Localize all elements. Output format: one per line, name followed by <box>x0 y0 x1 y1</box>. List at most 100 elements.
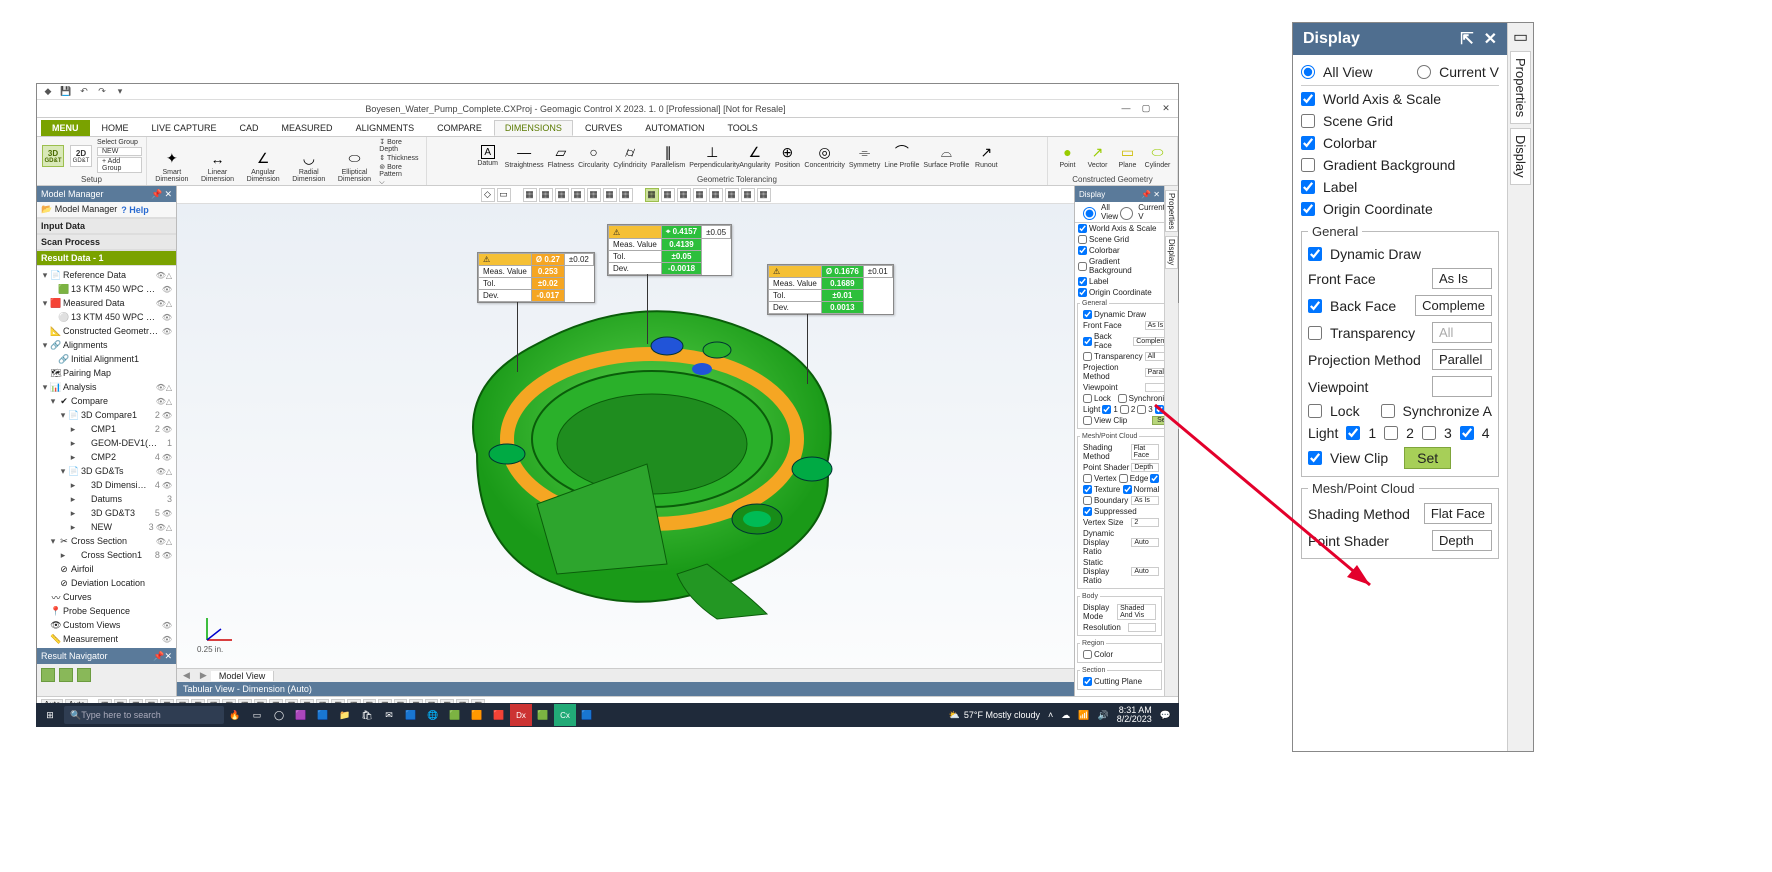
gradient-bg-checkbox[interactable] <box>1078 262 1087 271</box>
tree-node[interactable]: ▾📊Analysis👁△ <box>37 380 176 394</box>
suppressed-checkbox[interactable] <box>1083 507 1092 516</box>
zoom-origin-checkbox[interactable] <box>1301 202 1315 216</box>
transparency-checkbox[interactable] <box>1083 352 1092 361</box>
light1-checkbox[interactable] <box>1102 405 1111 414</box>
view-mode-button[interactable]: ◇ <box>481 188 495 202</box>
ribbon-tab-livecapture[interactable]: LIVE CAPTURE <box>141 120 228 136</box>
maximize-button[interactable]: ▢ <box>1138 103 1154 114</box>
zoom-back-face-checkbox[interactable] <box>1308 299 1322 313</box>
result-navigator[interactable] <box>37 664 176 692</box>
tab-nav-left[interactable]: ◀ <box>177 670 196 681</box>
position-button[interactable]: ⊕Position <box>774 143 800 169</box>
tab-nav-right[interactable]: ▶ <box>196 670 211 681</box>
thickness-button[interactable]: ⇕ Thickness <box>379 154 422 162</box>
zoom-transparency-select[interactable]: All <box>1432 322 1492 343</box>
ddr-select[interactable]: Auto <box>1131 538 1159 547</box>
taskbar-app-icon[interactable]: 🟦 <box>400 704 422 726</box>
tray-notifications-icon[interactable]: 💬 <box>1160 710 1171 721</box>
view-left-button[interactable]: ▦ <box>555 188 569 202</box>
taskbar-clock[interactable]: 8:31 AM8/2/2023 <box>1117 706 1152 724</box>
tree-node[interactable]: ⊘Airfoil <box>37 562 176 576</box>
cylindricity-button[interactable]: ⌭Cylindricity <box>613 143 647 169</box>
dynamic-draw-checkbox[interactable] <box>1083 310 1092 319</box>
tree-node[interactable]: ▸NEW3👁△ <box>37 520 176 534</box>
concentricity-button[interactable]: ◎Concentricity <box>804 143 844 169</box>
plane-button[interactable]: ▭Plane <box>1115 143 1141 169</box>
zoom-light4-checkbox[interactable] <box>1460 426 1474 440</box>
tree-node[interactable]: ▸CMP12👁 <box>37 422 176 436</box>
cylinder-button[interactable]: ⬭Cylinder <box>1145 143 1171 169</box>
tray-chevron-icon[interactable]: ˄ <box>1048 710 1053 720</box>
point-button[interactable]: ●Point <box>1055 143 1081 169</box>
mm-tab-help[interactable]: ? Help <box>121 205 149 215</box>
zoom-colorbar-checkbox[interactable] <box>1301 136 1315 150</box>
input-data-section[interactable]: Input Data <box>37 218 176 234</box>
gdandt-2d-button[interactable]: 2DGD&T <box>70 145 92 167</box>
zoom-scene-grid-checkbox[interactable] <box>1301 114 1315 128</box>
colorbar-checkbox[interactable] <box>1078 246 1087 255</box>
circularity-button[interactable]: ○Circularity <box>578 143 609 169</box>
taskbar-app-icon[interactable]: 🟦 <box>312 704 334 726</box>
light3-checkbox[interactable] <box>1137 405 1146 414</box>
surface-profile-button[interactable]: ⌓Surface Profile <box>923 143 969 169</box>
zoom-close-icon[interactable]: ✕ <box>1484 29 1497 49</box>
ribbon-tab-cad[interactable]: CAD <box>229 120 270 136</box>
tree-node[interactable]: 🗺Pairing Map <box>37 366 176 380</box>
view-iso-button[interactable]: ▦ <box>619 188 633 202</box>
qat-redo-icon[interactable]: ↷ <box>95 85 109 99</box>
sidetab-properties[interactable]: Properties <box>1165 190 1178 232</box>
tree-node[interactable]: ▾✂Cross Section👁△ <box>37 534 176 548</box>
qat-save-icon[interactable]: 💾 <box>59 85 73 99</box>
taskbar-app-icon[interactable]: 🟥 <box>488 704 510 726</box>
zoom-back-face-select[interactable]: Compleme <box>1415 295 1492 316</box>
measurement-callout[interactable]: ⚠Ø 0.27±0.02Meas. Value0.253Tol.±0.02Dev… <box>477 252 595 303</box>
add-group-button[interactable]: + Add Group <box>97 157 142 173</box>
shading-toggle[interactable]: ▦ <box>661 188 675 202</box>
measurement-callout[interactable]: ⚠⌖ 0.4157±0.05Meas. Value0.4139Tol.±0.05… <box>607 224 732 276</box>
runout-button[interactable]: ↗Runout <box>973 143 999 169</box>
taskbar-task-view-icon[interactable]: ▭ <box>246 704 268 726</box>
panel-close-icon[interactable]: ✕ <box>164 189 172 200</box>
qat-undo-icon[interactable]: ↶ <box>77 85 91 99</box>
linear-dimension-button[interactable]: ↔Linear Dimension <box>197 150 239 183</box>
flatness-button[interactable]: ▱Flatness <box>548 143 574 169</box>
edge2-checkbox[interactable] <box>1150 474 1159 483</box>
straightness-button[interactable]: —Straightness <box>505 143 544 169</box>
tree-node[interactable]: ▾📄3D Compare12👁 <box>37 408 176 422</box>
ribbon-tab-dimensions[interactable]: DIMENSIONS <box>494 120 573 136</box>
resnav-item[interactable] <box>41 668 55 682</box>
display-pin-icon[interactable]: 📌 <box>1141 190 1151 199</box>
boundary-checkbox[interactable] <box>1083 496 1092 505</box>
start-button[interactable]: ⊞ <box>36 710 64 721</box>
zoom-light3-checkbox[interactable] <box>1422 426 1436 440</box>
shading-toggle[interactable]: ▦ <box>677 188 691 202</box>
tabular-view-header[interactable]: Tabular View - Dimension (Auto) <box>177 682 1074 696</box>
zoom-currentview-radio[interactable] <box>1417 65 1431 79</box>
symmetry-button[interactable]: ⌯Symmetry <box>849 143 881 169</box>
perpendicularity-button[interactable]: ⊥Perpendicularity <box>689 143 735 169</box>
radial-dimension-button[interactable]: ◡Radial Dimension <box>288 150 330 183</box>
sdr-select[interactable]: Auto <box>1131 567 1159 576</box>
taskbar-controlx-icon[interactable]: Cx <box>554 704 576 726</box>
resnav-item[interactable] <box>59 668 73 682</box>
zoom-allview-radio[interactable] <box>1301 65 1315 79</box>
taskbar-word-icon[interactable]: 🟦 <box>576 704 598 726</box>
view-mode-button[interactable]: ▭ <box>497 188 511 202</box>
tree-node[interactable]: ▾🟥Measured Data👁△ <box>37 296 176 310</box>
lock-checkbox[interactable] <box>1083 394 1092 403</box>
vertex-checkbox[interactable] <box>1083 474 1092 483</box>
back-face-checkbox[interactable] <box>1083 337 1092 346</box>
scene-grid-checkbox[interactable] <box>1078 235 1087 244</box>
elliptical-dimension-button[interactable]: ⬭Elliptical Dimension <box>334 150 376 183</box>
taskbar-app-icon[interactable]: 🟩 <box>532 704 554 726</box>
zoom-sidetab-collapse-icon[interactable]: ▭ <box>1513 27 1528 47</box>
taskbar-explorer-icon[interactable]: 📁 <box>334 704 356 726</box>
tree-node[interactable]: ▾📄Reference Data👁△ <box>37 268 176 282</box>
angular-dimension-button[interactable]: ∠Angular Dimension <box>242 150 284 183</box>
ribbon-tab-curves[interactable]: CURVES <box>574 120 633 136</box>
taskbar-store-icon[interactable]: 🛍 <box>356 704 378 726</box>
shading-toggle[interactable]: ▦ <box>645 188 659 202</box>
tree-node[interactable]: ▾🔗Alignments <box>37 338 176 352</box>
view-right-button[interactable]: ▦ <box>571 188 585 202</box>
display-mode-select[interactable]: Shaded And Vis <box>1117 604 1156 620</box>
